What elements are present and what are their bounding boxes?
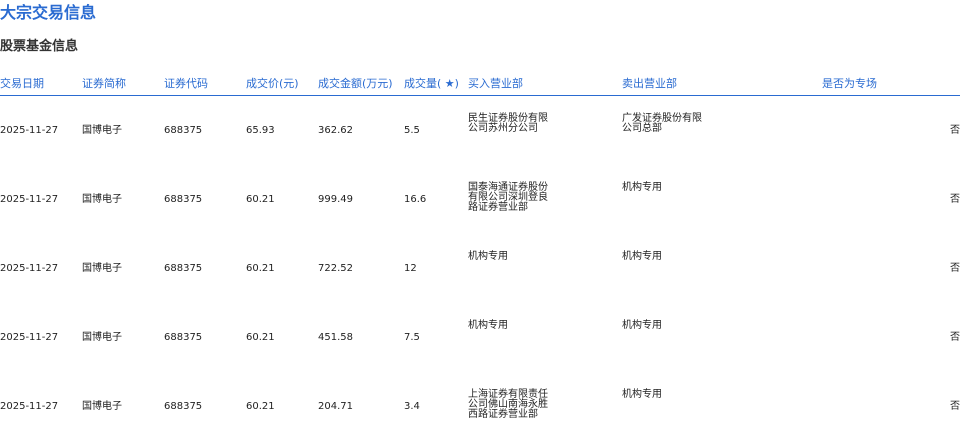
cell-buyer: 国泰海通证券股份有限公司深圳登良路证券营业部	[468, 165, 622, 234]
cell-code: 688375	[164, 400, 203, 412]
cell-code: 688375	[164, 124, 203, 136]
seller-branch: 机构专用	[622, 251, 662, 262]
column-header-seller[interactable]: 卖出营业部	[622, 71, 822, 96]
cell-amount: 722.52	[318, 262, 353, 274]
column-header-volume[interactable]: 成交量( ★)	[404, 71, 468, 96]
cell-volume: 12	[404, 262, 417, 274]
table-header-row: 交易日期 证券简称 证券代码 成交价(元) 成交金额(万元) 成交量( ★) 买…	[0, 71, 960, 96]
column-header-amount[interactable]: 成交金额(万元)	[318, 71, 404, 96]
buyer-branch: 国泰海通证券股份有限公司深圳登良路证券营业部	[468, 182, 548, 213]
cell-volume: 3.4	[404, 400, 420, 412]
column-header-special[interactable]: 是否为专场	[822, 71, 960, 96]
seller-branch: 广发证券股份有限公司总部	[622, 113, 702, 134]
table-row: 2025-11-27 国博电子 688375 60.21 204.71 3.4 …	[0, 372, 960, 441]
cell-price: 60.21	[246, 331, 275, 343]
cell-amount: 204.71	[318, 400, 353, 412]
cell-special: 否	[950, 262, 960, 274]
cell-date: 2025-11-27	[0, 193, 59, 205]
buyer-branch: 上海证券有限责任公司佛山南海永胜西路证券营业部	[468, 389, 548, 420]
cell-amount: 362.62	[318, 124, 353, 136]
cell-price: 60.21	[246, 193, 275, 205]
cell-special: 否	[950, 400, 960, 412]
cell-date: 2025-11-27	[0, 331, 59, 343]
cell-special: 否	[950, 193, 960, 205]
seller-branch: 机构专用	[622, 182, 662, 193]
column-header-code[interactable]: 证券代码	[164, 71, 246, 96]
column-header-price[interactable]: 成交价(元)	[246, 71, 318, 96]
table-row: 2025-11-27 国博电子 688375 60.21 999.49 16.6…	[0, 165, 960, 234]
seller-branch: 机构专用	[622, 320, 662, 331]
cell-volume: 7.5	[404, 331, 420, 343]
cell-amount: 999.49	[318, 193, 353, 205]
cell-date: 2025-11-27	[0, 124, 59, 136]
buyer-branch: 民生证券股份有限公司苏州分公司	[468, 113, 548, 134]
table-row: 2025-11-27 国博电子 688375 60.21 722.52 12 机…	[0, 234, 960, 303]
cell-volume: 5.5	[404, 124, 420, 136]
table-row: 2025-11-27 国博电子 688375 65.93 362.62 5.5 …	[0, 96, 960, 166]
cell-seller: 广发证券股份有限公司总部	[622, 96, 822, 166]
cell-buyer: 上海证券有限责任公司佛山南海永胜西路证券营业部	[468, 372, 622, 441]
cell-seller: 机构专用	[622, 165, 822, 234]
cell-price: 60.21	[246, 400, 275, 412]
cell-special: 否	[950, 331, 960, 343]
cell-buyer: 机构专用	[468, 234, 622, 303]
cell-buyer: 民生证券股份有限公司苏州分公司	[468, 96, 622, 166]
column-header-buyer[interactable]: 买入营业部	[468, 71, 622, 96]
page-title: 大宗交易信息	[0, 3, 97, 22]
buyer-branch: 机构专用	[468, 320, 508, 331]
cell-amount: 451.58	[318, 331, 353, 343]
cell-date: 2025-11-27	[0, 400, 59, 412]
cell-date: 2025-11-27	[0, 262, 59, 274]
cell-code: 688375	[164, 262, 203, 274]
cell-name: 国博电子	[82, 262, 122, 274]
column-header-name[interactable]: 证券简称	[82, 71, 164, 96]
seller-branch: 机构专用	[622, 389, 662, 400]
cell-name: 国博电子	[82, 400, 122, 412]
cell-buyer: 机构专用	[468, 303, 622, 372]
cell-name: 国博电子	[82, 331, 122, 343]
cell-code: 688375	[164, 193, 203, 205]
cell-volume: 16.6	[404, 193, 427, 205]
cell-seller: 机构专用	[622, 372, 822, 441]
cell-price: 65.93	[246, 124, 275, 136]
buyer-branch: 机构专用	[468, 251, 508, 262]
cell-name: 国博电子	[82, 193, 122, 205]
cell-seller: 机构专用	[622, 234, 822, 303]
section-title: 股票基金信息	[0, 39, 79, 54]
cell-price: 60.21	[246, 262, 275, 274]
cell-seller: 机构专用	[622, 303, 822, 372]
cell-code: 688375	[164, 331, 203, 343]
cell-name: 国博电子	[82, 124, 122, 136]
column-header-date[interactable]: 交易日期	[0, 71, 82, 96]
block-trade-table: 交易日期 证券简称 证券代码 成交价(元) 成交金额(万元) 成交量( ★) 买…	[0, 71, 960, 441]
table-row: 2025-11-27 国博电子 688375 60.21 451.58 7.5 …	[0, 303, 960, 372]
cell-special: 否	[950, 124, 960, 136]
